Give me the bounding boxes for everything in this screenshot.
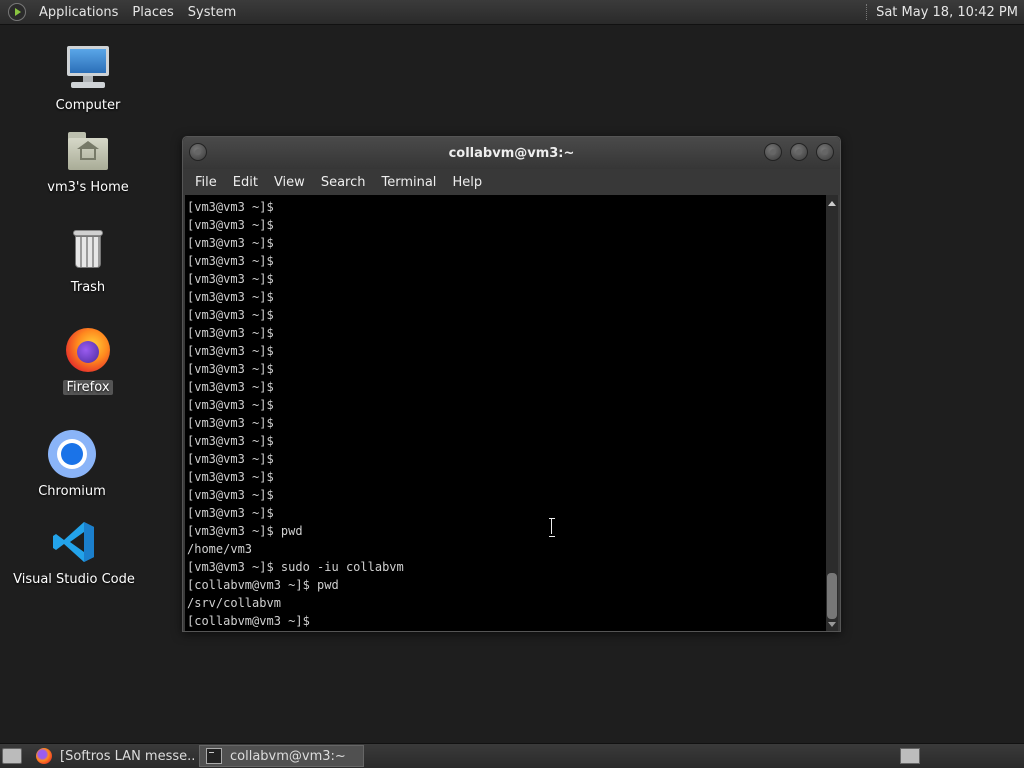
menu-places[interactable]: Places bbox=[125, 5, 180, 20]
window-menu-button[interactable] bbox=[189, 143, 207, 161]
terminal-line: [vm3@vm3 ~]$ bbox=[187, 272, 274, 286]
desktop-icon-chromium[interactable]: Chromium bbox=[7, 430, 137, 499]
desktop-icon-label: Visual Studio Code bbox=[13, 572, 135, 587]
menu-applications[interactable]: Applications bbox=[32, 5, 125, 20]
window-title: collabvm@vm3:~ bbox=[448, 145, 575, 161]
desktop-icon-firefox[interactable]: Firefox bbox=[23, 326, 153, 395]
terminal-line: [vm3@vm3 ~]$ bbox=[187, 470, 274, 484]
bottom-panel: [Softros LAN messe... collabvm@vm3:~ bbox=[0, 743, 1024, 768]
desktop-icon-label: Firefox bbox=[63, 380, 113, 395]
terminal-line: [vm3@vm3 ~]$ bbox=[187, 254, 274, 268]
text-cursor-icon bbox=[549, 518, 555, 537]
minimize-button[interactable] bbox=[764, 143, 782, 161]
menu-help[interactable]: Help bbox=[444, 175, 490, 190]
desktop-icon-label: vm3's Home bbox=[47, 180, 129, 195]
terminal-line: [vm3@vm3 ~]$ bbox=[187, 434, 274, 448]
terminal-menubar: File Edit View Search Terminal Help bbox=[183, 169, 840, 195]
terminal-line: [vm3@vm3 ~]$ bbox=[187, 398, 274, 412]
terminal-line: [vm3@vm3 ~]$ bbox=[187, 506, 274, 520]
clock[interactable]: Sat May 18, 10:42 PM bbox=[876, 5, 1024, 20]
menu-system[interactable]: System bbox=[181, 5, 243, 20]
menu-search[interactable]: Search bbox=[313, 175, 374, 190]
show-desktop-icon[interactable] bbox=[2, 748, 22, 764]
terminal-window[interactable]: collabvm@vm3:~ File Edit View Search Ter… bbox=[182, 136, 841, 632]
terminal-line: /home/vm3 bbox=[187, 542, 253, 556]
top-panel: Applications Places System Sat May 18, 1… bbox=[0, 0, 1024, 25]
terminal-line: [vm3@vm3 ~]$ bbox=[187, 380, 274, 394]
firefox-icon bbox=[36, 748, 52, 764]
desktop-icon-home[interactable]: vm3's Home bbox=[23, 126, 153, 195]
terminal-output[interactable]: [vm3@vm3 ~]$ [vm3@vm3 ~]$ [vm3@vm3 ~]$ [vm3… bbox=[185, 195, 828, 631]
terminal-line: [vm3@vm3 ~]$ bbox=[187, 344, 274, 358]
clock-area: Sat May 18, 10:42 PM bbox=[866, 4, 1024, 20]
taskbar-item-label: [Softros LAN messe... bbox=[60, 748, 195, 764]
terminal-line: /srv/collabvm bbox=[187, 596, 281, 610]
taskbar-item-label: collabvm@vm3:~ bbox=[230, 748, 346, 764]
terminal-line: [collabvm@vm3 ~]$ pwd bbox=[187, 578, 339, 592]
terminal-line: [vm3@vm3 ~]$ bbox=[187, 308, 274, 322]
close-button[interactable] bbox=[816, 143, 834, 161]
desktop-icon-vscode[interactable]: Visual Studio Code bbox=[9, 518, 139, 587]
terminal-icon bbox=[206, 748, 222, 764]
terminal-line: [vm3@vm3 ~]$ bbox=[187, 416, 274, 430]
vscode-icon bbox=[50, 518, 98, 566]
scroll-up-arrow-icon[interactable] bbox=[828, 201, 836, 206]
menu-edit[interactable]: Edit bbox=[225, 175, 266, 190]
scrollbar-thumb[interactable] bbox=[827, 573, 837, 619]
home-folder-icon bbox=[64, 126, 112, 174]
terminal-line: [vm3@vm3 ~]$ bbox=[187, 488, 274, 502]
terminal-line: [vm3@vm3 ~]$ bbox=[187, 200, 274, 214]
computer-icon bbox=[64, 44, 112, 92]
terminal-line: [vm3@vm3 ~]$ bbox=[187, 326, 274, 340]
terminal-line: [vm3@vm3 ~]$ bbox=[187, 452, 274, 466]
menu-terminal[interactable]: Terminal bbox=[373, 175, 444, 190]
desktop-icon-computer[interactable]: Computer bbox=[23, 44, 153, 113]
desktop-icon-label: Trash bbox=[70, 280, 106, 295]
terminal-line: [vm3@vm3 ~]$ sudo -iu collabvm bbox=[187, 560, 404, 574]
taskbar-item-terminal[interactable]: collabvm@vm3:~ bbox=[199, 745, 364, 767]
terminal-line: [vm3@vm3 ~]$ bbox=[187, 362, 274, 376]
taskbar-item-softros[interactable]: [Softros LAN messe... bbox=[30, 745, 195, 767]
menu-view[interactable]: View bbox=[266, 175, 313, 190]
desktop-icon-trash[interactable]: Trash bbox=[23, 226, 153, 295]
firefox-icon bbox=[64, 326, 112, 374]
desktop-icon-label: Chromium bbox=[38, 484, 106, 499]
terminal-line: [vm3@vm3 ~]$ bbox=[187, 218, 274, 232]
menu-file[interactable]: File bbox=[187, 175, 225, 190]
terminal-line: [vm3@vm3 ~]$ bbox=[187, 290, 274, 304]
maximize-button[interactable] bbox=[790, 143, 808, 161]
scrollbar[interactable] bbox=[826, 195, 838, 631]
trash-icon bbox=[64, 226, 112, 274]
terminal-line: [collabvm@vm3 ~]$ bbox=[187, 614, 310, 628]
workspace-switcher[interactable] bbox=[900, 748, 920, 764]
panel-separator bbox=[866, 4, 868, 20]
scroll-down-arrow-icon[interactable] bbox=[828, 622, 836, 627]
distro-logo-icon[interactable] bbox=[8, 3, 26, 21]
terminal-line: [vm3@vm3 ~]$ pwd bbox=[187, 524, 303, 538]
terminal-line: [vm3@vm3 ~]$ bbox=[187, 236, 274, 250]
chromium-icon bbox=[48, 430, 96, 478]
desktop-icon-label: Computer bbox=[55, 98, 121, 113]
title-bar[interactable]: collabvm@vm3:~ bbox=[183, 137, 840, 169]
